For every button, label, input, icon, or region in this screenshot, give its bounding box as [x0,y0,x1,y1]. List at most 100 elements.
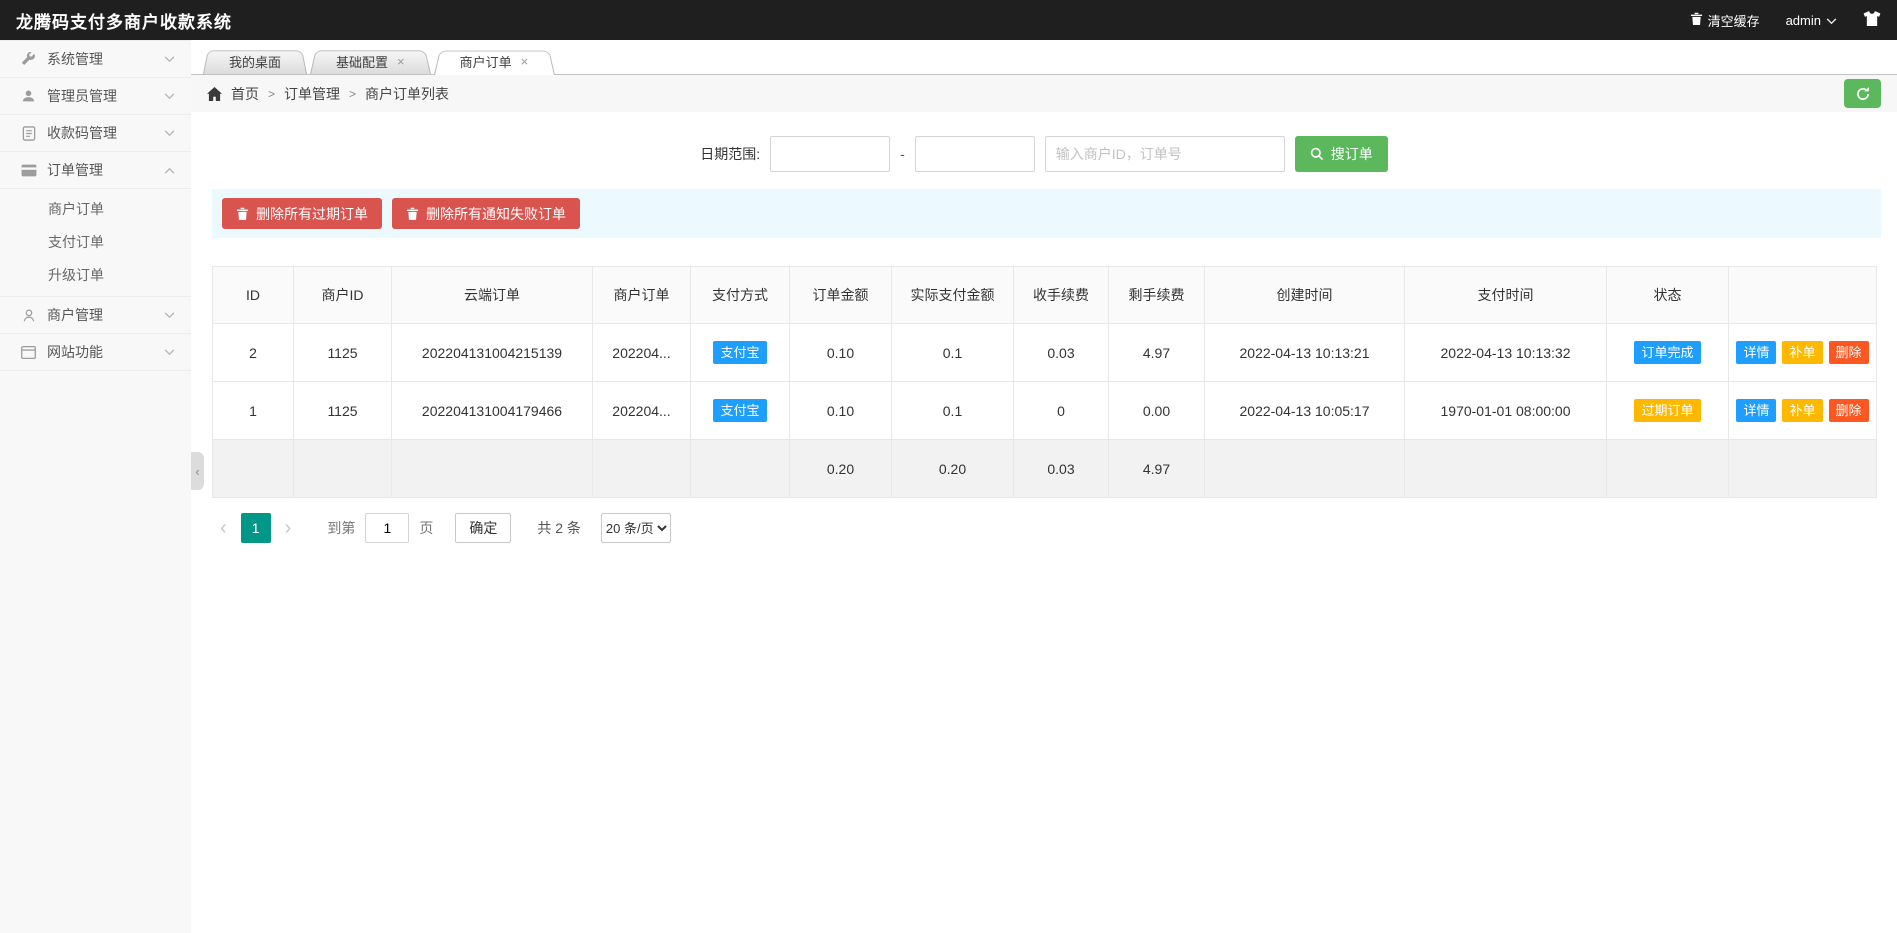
table-cell: 订单完成 [1607,324,1729,382]
column-header: 剩手续费 [1109,267,1205,324]
delete-button[interactable]: 删除 [1829,399,1869,422]
theme-button[interactable] [1863,11,1881,29]
refresh-button[interactable] [1844,79,1881,108]
sidebar-item-orders[interactable]: 订单管理 [0,152,191,189]
bulk-action-label: 删除所有过期订单 [256,204,368,224]
table-cell: 202204... [593,382,691,440]
column-header: 收手续费 [1014,267,1109,324]
breadcrumb-home[interactable]: 首页 [231,84,259,104]
column-header: 创建时间 [1205,267,1405,324]
goto-confirm-button[interactable]: 确定 [455,513,511,543]
sidebar-item-label: 订单管理 [47,160,103,180]
tshirt-icon [1863,11,1881,29]
date-range-label: 日期范围: [700,144,760,164]
chevron-down-icon [164,130,175,137]
close-icon[interactable]: × [521,54,529,69]
trash-icon [406,207,419,221]
per-page-select[interactable]: 20 条/页 [601,513,671,543]
search-button-label: 搜订单 [1331,144,1373,164]
sidebar-subitem-upgrade-orders[interactable]: 升级订单 [0,259,191,292]
date-end-input[interactable] [915,136,1035,172]
table-cell: 1125 [294,324,392,382]
row-actions: 详情补单删除 [1729,382,1877,440]
detail-button[interactable]: 详情 [1736,341,1776,364]
next-page-button[interactable]: › [277,517,300,540]
delete-expired-orders-button[interactable]: 删除所有过期订单 [222,198,382,229]
merchant-icon [20,308,37,323]
sidebar-item-admins[interactable]: 管理员管理 [0,78,191,115]
delete-button[interactable]: 删除 [1829,341,1869,364]
table-cell: 2 [213,324,294,382]
date-range-separator: - [900,146,905,162]
table-header-row: ID商户ID云端订单商户订单支付方式订单金额实际支付金额收手续费剩手续费创建时间… [213,267,1877,324]
summary-cell [593,440,691,498]
sidebar-submenu: 商户订单支付订单升级订单 [0,189,191,297]
reissue-button[interactable]: 补单 [1782,341,1822,364]
delete-notify-failed-orders-button[interactable]: 删除所有通知失败订单 [392,198,580,229]
sidebar: 系统管理管理员管理收款码管理订单管理商户订单支付订单升级订单商户管理网站功能 [0,40,191,933]
table-cell: 1 [213,382,294,440]
order-search-input[interactable] [1045,136,1285,172]
table-cell: 202204131004215139 [392,324,593,382]
summary-cell: 0.20 [790,440,892,498]
sidebar-item-label: 收款码管理 [47,123,117,143]
clear-cache-button[interactable]: 清空缓存 [1690,11,1760,30]
table-cell: 2022-04-13 10:05:17 [1205,382,1405,440]
table-cell: 0.1 [892,382,1014,440]
summary-cell [392,440,593,498]
breadcrumb-separator: > [349,87,356,101]
document-icon [20,126,37,141]
sidebar-item-website[interactable]: 网站功能 [0,334,191,371]
tab-label: 基础配置 [336,52,388,71]
summary-cell: 4.97 [1109,440,1205,498]
tab-desktop[interactable]: 我的桌面 [203,48,307,74]
trash-icon [1690,12,1703,29]
summary-cell [691,440,790,498]
breadcrumb-item-orders[interactable]: 订单管理 [284,84,340,104]
date-start-input[interactable] [770,136,890,172]
table-cell: 1970-01-01 08:00:00 [1405,382,1607,440]
column-header: 支付时间 [1405,267,1607,324]
summary-cell: 0.03 [1014,440,1109,498]
table-row: 11125202204131004179466202204...支付宝0.100… [213,382,1877,440]
refresh-icon [1855,86,1871,102]
summary-row: 0.200.200.034.97 [213,440,1877,498]
chevron-down-icon [164,56,175,63]
reissue-button[interactable]: 补单 [1782,399,1822,422]
user-menu[interactable]: admin [1786,13,1837,28]
sidebar-subitem-merchant-orders[interactable]: 商户订单 [0,193,191,226]
orders-table: ID商户ID云端订单商户订单支付方式订单金额实际支付金额收手续费剩手续费创建时间… [212,266,1877,498]
summary-cell [1205,440,1405,498]
goto-page-input[interactable] [365,513,409,543]
tab-merchant-orders[interactable]: 商户订单× [434,48,555,75]
search-icon [1310,147,1324,161]
sidebar-item-qrcode[interactable]: 收款码管理 [0,115,191,152]
sidebar-collapse-handle[interactable]: ‹ [191,452,204,490]
clear-cache-label: 清空缓存 [1708,11,1760,30]
bulk-action-band: 删除所有过期订单 删除所有通知失败订单 [212,189,1881,238]
column-header: 实际支付金额 [892,267,1014,324]
goto-page-label: 到第 [327,518,355,538]
sidebar-item-label: 系统管理 [47,49,103,69]
collapse-left-icon: ‹ [195,464,199,479]
sidebar-item-system[interactable]: 系统管理 [0,41,191,78]
page-number-button[interactable]: 1 [241,513,271,543]
column-header [1729,267,1877,324]
table-row: 21125202204131004215139202204...支付宝0.100… [213,324,1877,382]
detail-button[interactable]: 详情 [1736,399,1776,422]
search-order-button[interactable]: 搜订单 [1295,136,1388,172]
tab-basic-config[interactable]: 基础配置 × [310,48,431,74]
sidebar-item-merchants[interactable]: 商户管理 [0,297,191,334]
column-header: 商户订单 [593,267,691,324]
home-icon [207,87,222,101]
sidebar-subitem-pay-orders[interactable]: 支付订单 [0,226,191,259]
chevron-down-icon [1826,13,1837,28]
table-cell: 过期订单 [1607,382,1729,440]
total-count-label: 共 2 条 [537,518,581,538]
table-cell: 202204131004179466 [392,382,593,440]
pay-method-badge: 支付宝 [713,341,766,364]
username-label: admin [1786,13,1821,28]
close-icon[interactable]: × [397,54,405,69]
prev-page-button[interactable]: ‹ [212,517,235,540]
sidebar-item-label: 网站功能 [47,342,103,362]
